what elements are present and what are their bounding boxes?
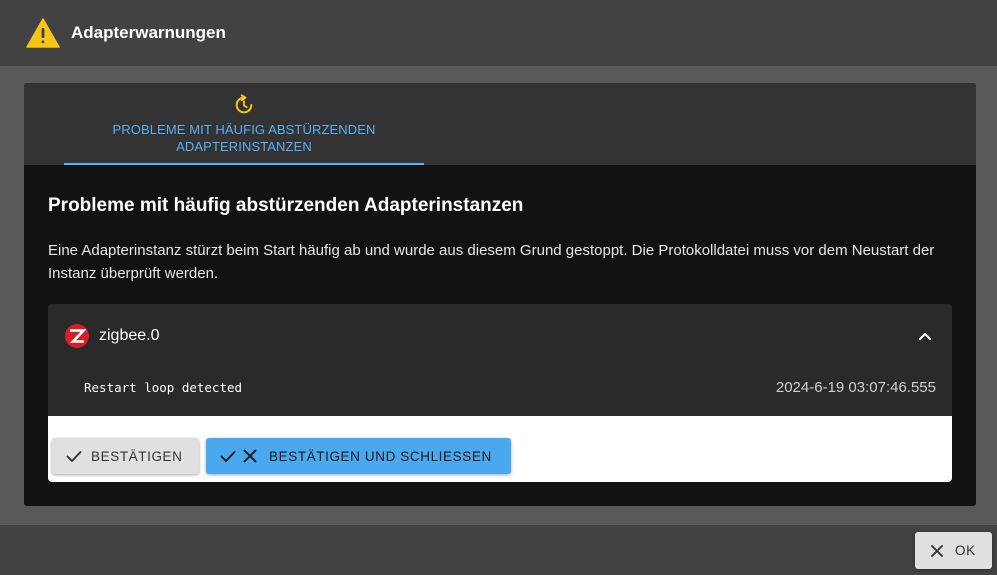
check-icon (220, 451, 236, 462)
close-icon (931, 544, 943, 557)
confirm-button[interactable]: BESTÄTIGEN (52, 438, 199, 474)
dialog-content: PROBLEME MIT HÄUFIG ABSTÜRZENDEN ADAPTER… (0, 67, 997, 524)
tab-label: PROBLEME MIT HÄUFIG ABSTÜRZENDEN ADAPTER… (112, 122, 376, 154)
zigbee-logo (65, 324, 89, 348)
dialog-title: Adapterwarnungen (71, 23, 226, 42)
dialog-footer: OK (0, 524, 997, 575)
tab-panel: Probleme mit häufig abstürzenden Adapter… (24, 165, 976, 506)
ok-button[interactable]: OK (915, 532, 992, 569)
ok-button-label: OK (955, 543, 976, 558)
panel-heading: Probleme mit häufig abstürzenden Adapter… (48, 195, 524, 216)
chevron-up-icon[interactable] (917, 328, 933, 344)
adapter-name: zigbee.0 (99, 327, 160, 344)
adapter-warnings-dialog: Adapterwarnungen PROBLEME MIT HÄUFIG ABS… (0, 0, 997, 575)
warning-timestamp: 2024-6-19 03:07:46.555 (775, 379, 936, 396)
warning-message: Restart loop detected (84, 380, 243, 395)
tab-crash-loop-problems[interactable]: PROBLEME MIT HÄUFIG ABSTÜRZENDEN ADAPTER… (64, 83, 424, 165)
confirm-and-close-button[interactable]: BESTÄTIGEN UND SCHLIESSEN (206, 438, 511, 474)
warning-icon (26, 18, 60, 48)
confirm-button-label: BESTÄTIGEN (91, 448, 183, 464)
adapter-card-header[interactable]: zigbee.0 (48, 304, 952, 368)
tab-bar: PROBLEME MIT HÄUFIG ABSTÜRZENDEN ADAPTER… (24, 83, 976, 165)
check-icon (66, 451, 82, 462)
panel-description: Eine Adapterinstanz stürzt beim Start hä… (48, 242, 935, 282)
restart-icon (235, 94, 253, 114)
warnings-paper: PROBLEME MIT HÄUFIG ABSTÜRZENDEN ADAPTER… (24, 83, 976, 506)
confirm-and-close-button-label: BESTÄTIGEN UND SCHLIESSEN (269, 448, 492, 464)
card-actions: BESTÄTIGEN BESTÄTIGEN UND SCHLIESSEN (48, 416, 952, 482)
close-icon (243, 449, 257, 463)
dialog-title-bar: Adapterwarnungen (0, 0, 997, 67)
adapter-instance-card: zigbee.0 Restart loop detected 2024-6-19… (48, 304, 952, 482)
